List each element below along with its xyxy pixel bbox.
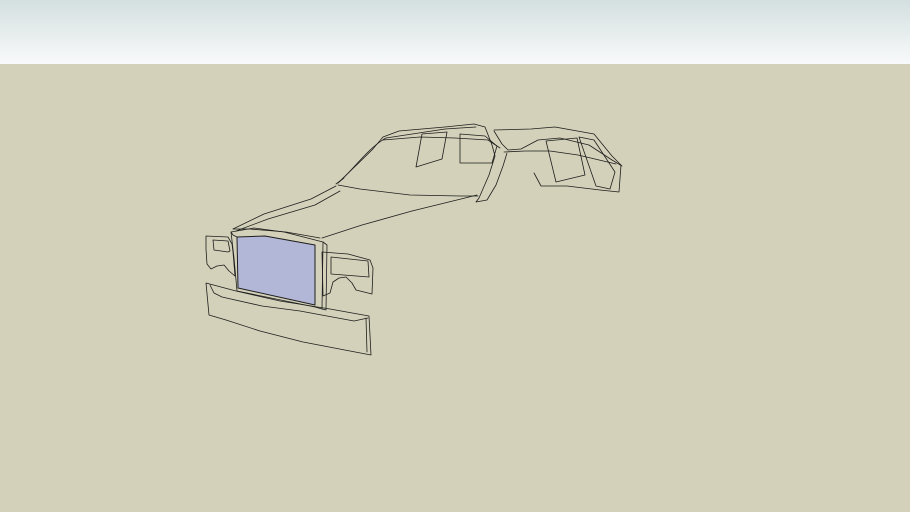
grille[interactable] [230, 227, 328, 311]
left-headlight-fender[interactable] [205, 235, 236, 277]
car-wireframe-model[interactable] [0, 0, 910, 512]
sketchup-viewport[interactable] [0, 0, 910, 512]
windshield-frame[interactable] [335, 123, 508, 203]
right-headlight-fender[interactable] [321, 251, 374, 297]
rear-window-frame[interactable] [493, 126, 623, 193]
